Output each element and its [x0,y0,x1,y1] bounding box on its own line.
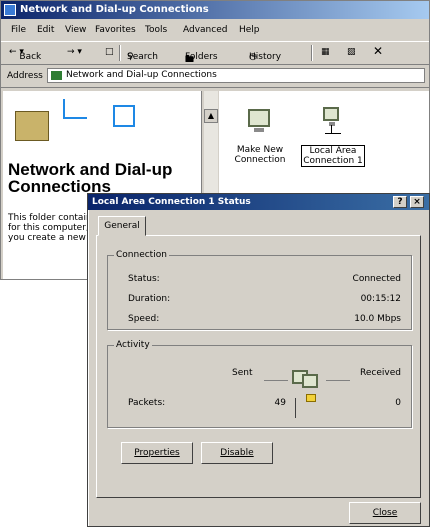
copy-to-icon[interactable]: ▧ [347,47,356,57]
properties-button[interactable]: Properties [121,442,193,464]
menu-tools[interactable]: Tools [145,21,167,39]
menu-edit[interactable]: Edit [37,21,54,39]
delete-icon[interactable]: ✕ [373,44,383,58]
lan-status-dialog: Local Area Connection 1 Status ? × Gener… [87,193,430,527]
help-button[interactable]: ? [393,196,407,208]
address-value: Network and Dial-up Connections [66,70,217,80]
speed-value: 10.0 Mbps [354,314,401,324]
activity-legend: Activity [116,340,150,350]
activity-group: Activity Sent Received Packets: 49 0 [107,340,412,428]
received-line [326,380,350,381]
close-button[interactable]: Close [349,502,421,524]
address-label: Address [7,71,43,81]
address-input[interactable]: Network and Dial-up Connections [47,68,425,83]
network-connections-icon [15,111,49,141]
forward-button[interactable]: → ▾ [67,47,82,57]
banner-box-icon [113,105,135,127]
status-label: Status: [128,274,160,284]
search-label: Search [127,52,158,62]
local-area-connection-label[interactable]: Local Area Connection 1 [301,145,365,167]
received-label: Received [360,368,401,378]
sent-label: Sent [232,368,253,378]
move-to-icon[interactable]: ▦ [321,47,330,57]
menu-view[interactable]: View [65,21,86,39]
status-value: Connected [352,274,401,284]
activity-divider [295,398,296,418]
menu-help[interactable]: Help [239,21,260,39]
toolbar-separator [119,45,121,61]
dialog-title-bar[interactable]: Local Area Connection 1 Status ? × [88,194,429,210]
scroll-up-icon[interactable]: ▲ [204,109,218,123]
pane-title: Network and Dial-up Connections [8,160,173,196]
back-label: Back [19,52,42,62]
menu-advanced[interactable]: Advanced [183,21,227,39]
general-tab-panel: Connection Status: Connected Duration: 0… [96,235,421,498]
address-bar: Address Network and Dial-up Connections [1,65,429,88]
banner-line-icon [63,99,87,119]
tab-general[interactable]: General [98,216,146,236]
duration-label: Duration: [128,294,171,304]
toolbar: ← Back ▾ → ▾ □ ⚲ Search 🖿 Folders ◷ Hist… [1,41,429,65]
toolbar-separator [311,45,313,61]
speed-label: Speed: [128,314,160,324]
local-area-connection-icon[interactable] [317,107,349,139]
history-label: History [249,52,282,62]
packets-sent-value: 49 [274,398,286,408]
explorer-title-bar[interactable]: Network and Dial-up Connections [1,1,429,19]
folders-label: Folders [185,52,218,62]
back-button[interactable]: ← Back ▾ [9,47,41,62]
duration-value: 00:15:12 [360,294,401,304]
properties-label: Properties [134,448,180,458]
close-label: Close [372,508,398,518]
menu-file[interactable]: File [11,21,26,39]
network-folder-icon [4,4,16,16]
dialog-title: Local Area Connection 1 Status [92,197,251,207]
connection-legend: Connection [116,250,167,260]
make-new-connection-label[interactable]: Make New Connection [229,145,291,165]
make-new-connection-icon[interactable] [244,107,276,139]
network-folder-icon [51,71,62,80]
menu-bar: File Edit View Favorites Tools Advanced … [1,21,429,39]
explorer-title: Network and Dial-up Connections [20,4,209,15]
network-activity-icon [288,368,324,402]
dialog-close-icon[interactable]: × [410,196,424,208]
menu-favorites[interactable]: Favorites [95,21,136,39]
connection-group: Connection Status: Connected Duration: 0… [107,250,412,330]
up-folder-icon[interactable]: □ [105,47,114,57]
packets-received-value: 0 [395,398,401,408]
sent-line [264,380,288,381]
packets-label: Packets: [128,398,166,408]
disable-label: Disable [220,448,254,458]
disable-button[interactable]: Disable [201,442,273,464]
